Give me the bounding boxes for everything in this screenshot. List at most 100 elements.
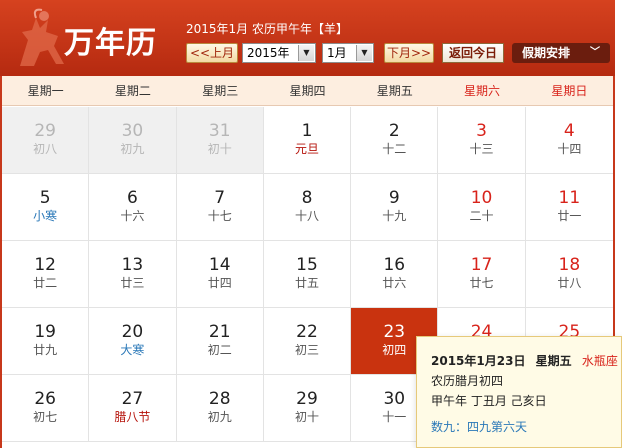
day-number: 15 [296,255,318,275]
day-number: 22 [296,322,318,342]
calendar-header: 万年历 2015年1月 农历甲午年【羊】 <<上月 2015年 ▼ 1月 ▼ 下… [0,0,615,76]
weekday-label: 星期五 [376,84,413,98]
day-number: 2 [388,121,400,141]
lunar-day: 廿六 [382,276,407,290]
lunar-day: 初九 [207,410,232,424]
day-cell[interactable]: 1 元旦 [263,107,352,174]
day-cell[interactable]: 3 十三 [438,107,526,174]
day-number: 17 [470,255,493,275]
day-number: 26 [34,389,56,409]
holiday-label: 元旦 [294,142,319,156]
day-number: 12 [34,255,56,275]
day-cell[interactable]: 28 初九 [176,375,264,442]
day-cell[interactable]: 15 廿五 [263,241,352,308]
day-cell[interactable]: 21 初二 [176,308,264,375]
day-cell[interactable]: 17 廿七 [438,241,526,308]
solar-term: 小寒 [33,209,58,223]
day-number: 8 [301,188,313,208]
day-number: 31 [208,121,231,141]
lunar-day: 初八 [33,142,58,156]
day-number: 21 [208,322,231,342]
day-number: 28 [208,389,231,409]
day-cell[interactable]: 16 廿六 [351,241,439,308]
day-number: 18 [558,255,581,275]
lunar-day: 廿五 [294,276,319,290]
day-cell[interactable]: 10 二十 [438,174,526,241]
lunar-day: 十六 [120,209,145,223]
lunar-day: 廿七 [469,276,494,290]
day-cell[interactable]: 8 十八 [263,174,352,241]
day-cell[interactable]: 4 十四 [525,107,613,174]
day-number: 6 [127,188,138,208]
chevron-down-icon: ﹀ [590,47,600,58]
day-cell[interactable]: 6 十六 [89,174,177,241]
day-number: 19 [34,322,56,342]
day-cell[interactable]: 22 初三 [263,308,352,375]
day-cell[interactable]: 29 初八 [2,107,90,174]
weekday-label: 星期日 [551,84,588,98]
month-select-value: 1月 [327,46,347,60]
prev-month-button[interactable]: <<上月 [186,43,238,63]
goat-logo-icon [20,8,64,66]
day-cell[interactable]: 19 廿九 [2,308,90,375]
day-number: 9 [388,188,400,208]
chevron-down-icon[interactable]: ▼ [298,45,314,61]
day-number: 7 [214,188,226,208]
day-cell[interactable]: 5 小寒 [2,174,90,241]
popup-date-line: 2015年1月23日 星期五 水瓶座 [431,351,621,371]
holiday-schedule-button[interactable]: 假期安排 ﹀ [512,43,610,63]
weekday-label: 星期六 [464,84,501,98]
lunar-day: 廿四 [207,276,232,290]
popup-lunar: 农历腊月初四 [431,374,504,388]
lunar-day: 廿一 [557,209,582,223]
day-cell[interactable]: 14 廿四 [176,241,264,308]
day-cell[interactable]: 9 十九 [351,174,439,241]
holiday-label: 腊八节 [114,410,151,424]
day-cell[interactable]: 20 大寒 [89,308,177,375]
day-cell[interactable]: 30 初九 [89,107,177,174]
day-number: 1 [301,121,313,141]
date-detail-popup: 2015年1月23日 星期五 水瓶座 农历腊月初四 甲午年 丁丑月 己亥日 数九… [416,336,622,448]
day-number: 11 [558,188,581,208]
next-month-button[interactable]: 下月>> [384,43,434,63]
lunar-day: 十九 [382,209,407,223]
day-number: 4 [563,121,575,141]
lunar-day: 初二 [207,343,232,357]
day-number: 20 [121,322,144,342]
day-number: 14 [208,255,231,275]
day-cell[interactable]: 12 廿二 [2,241,90,308]
lunar-day: 十四 [557,142,582,156]
year-select[interactable]: 2015年 ▼ [242,43,316,63]
popup-weekday: 星期五 [535,354,572,368]
day-number: 30 [121,121,144,141]
lunar-day: 二十 [469,209,494,223]
month-select[interactable]: 1月 ▼ [322,43,374,63]
day-cell[interactable]: 26 初七 [2,375,90,442]
day-cell[interactable]: 7 十七 [176,174,264,241]
lunar-day: 初十 [294,410,319,424]
day-cell[interactable]: 31 初十 [176,107,264,174]
lunar-day: 廿二 [33,276,58,290]
day-number: 29 [34,121,56,141]
day-cell[interactable]: 27 腊八节 [89,375,177,442]
day-cell[interactable]: 13 廿三 [89,241,177,308]
day-number: 10 [470,188,493,208]
lunar-day: 十二 [382,142,407,156]
day-cell[interactable]: 29 初十 [263,375,352,442]
today-button[interactable]: 返回今日 [442,43,504,63]
day-number: 27 [121,389,144,409]
day-cell[interactable]: 18 廿八 [525,241,613,308]
day-number: 13 [121,255,144,275]
weekday-label: 星期三 [202,84,239,98]
day-cell[interactable]: 11 廿一 [525,174,613,241]
weekday-header: 星期一 星期二 星期三 星期四 星期五 星期六 星期日 [2,76,613,106]
weekday-label: 星期二 [114,84,151,98]
popup-ganzhi: 甲午年 丁丑月 己亥日 [431,394,547,408]
lunar-day: 十七 [207,209,232,223]
holiday-schedule-label: 假期安排 [522,46,571,60]
app-title: 万年历 [64,26,157,61]
day-cell[interactable]: 2 十二 [351,107,439,174]
weekday-label: 星期一 [27,84,64,98]
day-number: 16 [383,255,406,275]
chevron-down-icon[interactable]: ▼ [356,45,372,61]
